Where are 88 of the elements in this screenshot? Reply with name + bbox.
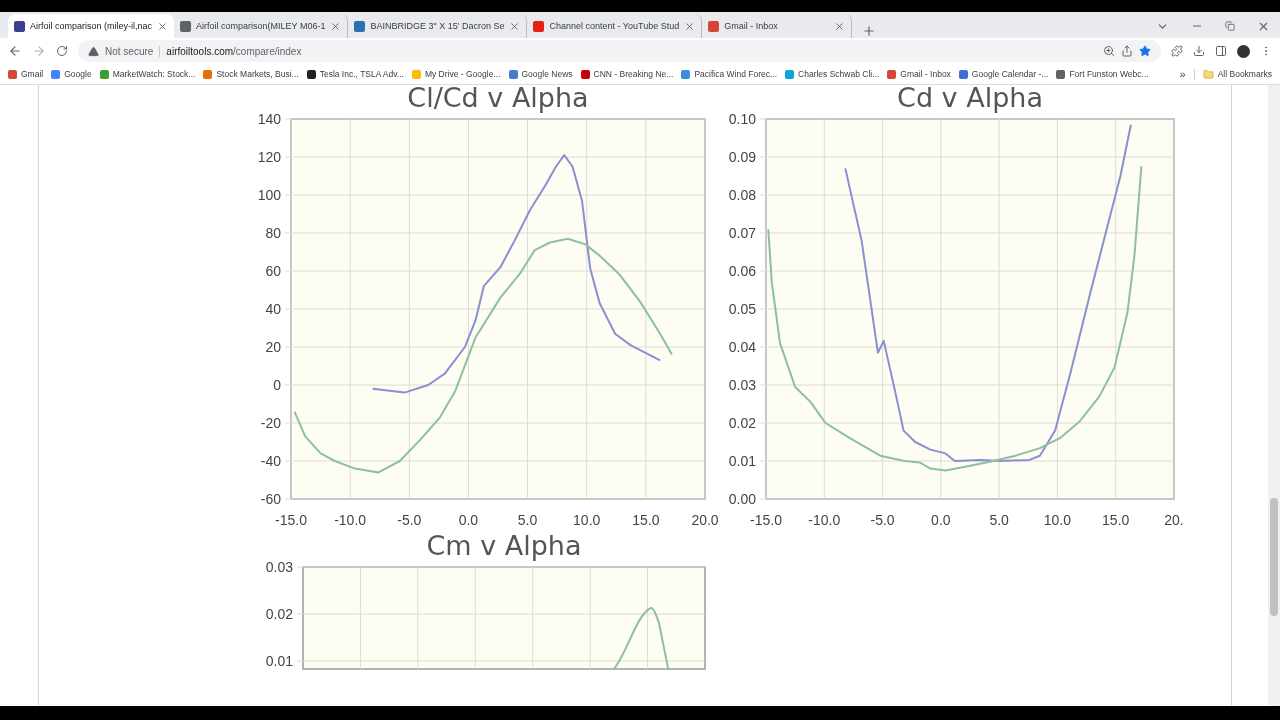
axis-tick-label: 0.03 [265, 559, 293, 575]
bookmark[interactable]: Tesla Inc., TSLA Adv... [306, 69, 404, 79]
security-label: Not secure [105, 45, 161, 57]
bookmark[interactable]: Gmail [8, 69, 44, 79]
browser-tab[interactable]: Gmail - Inbox [702, 14, 853, 38]
axis-tick-label: 0.08 [728, 187, 756, 203]
bookmark[interactable]: Google [51, 69, 92, 79]
side-panel-icon[interactable] [1215, 45, 1227, 57]
axis-tick-label: 120 [257, 149, 281, 165]
axis-tick-label: -40 [260, 453, 281, 469]
bookmark[interactable]: Google News [508, 69, 573, 79]
curve-drawing [610, 607, 670, 669]
axis-tick-label: -5.0 [397, 512, 422, 528]
bookmark[interactable]: CNN - Breaking Ne... [580, 69, 674, 79]
restore-icon[interactable] [1225, 21, 1235, 31]
axis-tick-label: -10.0 [808, 512, 841, 528]
close-icon[interactable] [834, 20, 846, 32]
axis-tick-label: 0.01 [728, 453, 756, 469]
axis-tick-label: 5.0 [517, 512, 538, 528]
axis-tick-label: 20 [265, 339, 281, 355]
axis-tick-label: 5.0 [989, 512, 1009, 528]
axis-tick-label: -5.0 [870, 512, 895, 528]
browser-tab[interactable]: Airfoil comparison(MILEY M06-1 [174, 14, 349, 38]
folder-icon [1202, 68, 1214, 80]
axis-tick-label: 40 [265, 301, 281, 317]
plus-icon[interactable] [862, 24, 877, 38]
axis-tick-label: 0 [273, 377, 281, 393]
axis-tick-label: 0.10 [728, 111, 756, 127]
reload-icon[interactable] [56, 45, 68, 57]
axis-tick-label: 100 [257, 187, 281, 203]
axis-tick-label: 0.06 [728, 263, 756, 279]
warning-icon [88, 45, 99, 57]
axis-tick-label: 15.0 [632, 512, 660, 528]
close-icon[interactable] [330, 20, 342, 32]
axis-tick-label: 10.0 [1043, 512, 1072, 528]
axis-tick-label: 60 [265, 263, 281, 279]
axis-tick-label: -10.0 [334, 512, 367, 528]
bookmark[interactable]: Gmail - Inbox [887, 69, 951, 79]
bookmark[interactable]: Pacifica Wind Forec... [681, 69, 778, 79]
back-icon[interactable] [8, 44, 22, 58]
browser-tab[interactable]: BAINBRIDGE 3" X 15' Dacron Se [348, 14, 528, 38]
axis-tick-label: 0.01 [265, 653, 293, 669]
star-icon[interactable] [1139, 45, 1151, 57]
url-text: airfoiltools.com/compare/index [166, 45, 302, 57]
puzzle-icon[interactable] [1171, 45, 1183, 57]
close-icon[interactable] [509, 20, 521, 32]
axis-tick-label: 0.03 [728, 377, 756, 393]
bookmark[interactable]: Charles Schwab Cli... [785, 69, 880, 79]
chart-title: Cm v Alpha [425, 533, 583, 559]
axis-tick-label: -15.0 [750, 512, 782, 528]
chart-title: Cl/Cd v Alpha [406, 85, 590, 111]
download-icon[interactable] [1193, 45, 1205, 57]
axis-tick-label: 0.02 [265, 606, 293, 622]
bookmark[interactable]: Stock Markets, Busi... [203, 69, 299, 79]
avatar-icon[interactable] [1237, 44, 1250, 58]
axis-tick-label: 0.00 [728, 491, 756, 507]
share-icon[interactable] [1121, 45, 1133, 57]
chart-title: Cd v Alpha [896, 85, 1044, 111]
axis-tick-label: -15.0 [275, 512, 307, 528]
axis-tick-label: 0.02 [728, 415, 756, 431]
scrollbar[interactable] [1268, 85, 1280, 706]
axis-tick-label: 20. [1164, 512, 1184, 528]
zoom-icon[interactable] [1103, 45, 1115, 57]
axis-tick-label: 80 [265, 225, 281, 241]
axis-tick-label: 10.0 [573, 512, 601, 528]
axis-tick-label: -60 [260, 491, 281, 507]
axis-tick-label: 0.05 [728, 301, 756, 317]
axis-tick-label: 0.09 [728, 149, 756, 165]
axis-tick-label: 140 [257, 111, 281, 127]
axis-tick-label: 0.0 [931, 512, 951, 528]
scrollbar-thumb[interactable] [1270, 498, 1278, 616]
browser-tab[interactable]: Channel content - YouTube Stud [527, 14, 703, 38]
bookmark[interactable]: Google Calendar -... [958, 69, 1049, 79]
axis-tick-label: 0.0 [458, 512, 479, 528]
address-bar[interactable]: Not secure airfoiltools.com/compare/index [78, 40, 1161, 62]
bookmark[interactable]: Fort Funston Webc... [1056, 69, 1149, 79]
axis-tick-label: 15.0 [1102, 512, 1130, 528]
close-icon[interactable] [684, 20, 696, 32]
bookmark[interactable]: MarketWatch: Stock... [99, 69, 196, 79]
more-bookmarks-button[interactable]: » [1179, 68, 1186, 80]
bookmark[interactable]: My Drive - Google... [411, 69, 501, 79]
axis-tick-label: 20.0 [691, 512, 719, 528]
axis-tick-label: -20 [260, 415, 281, 431]
all-bookmarks-button[interactable]: All Bookmarks [1193, 68, 1272, 80]
close-icon[interactable] [157, 20, 169, 32]
axis-tick-label: 0.07 [728, 225, 756, 241]
browser-tab[interactable]: Airfoil comparison (miley-il,nac [8, 14, 175, 38]
axis-tick-label: 0.04 [728, 339, 756, 355]
